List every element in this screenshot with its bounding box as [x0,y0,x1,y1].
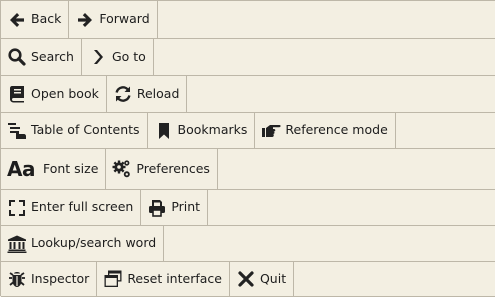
reset-interface-button[interactable]: Reset interface [97,262,230,296]
go-to-label: Go to [111,48,146,64]
lookup-search-word-button[interactable]: Lookup/search word [1,226,165,261]
enter-full-screen-label: Enter full screen [31,199,134,215]
bug-icon [7,269,27,289]
arrow-left-icon [7,10,27,30]
close-icon [236,269,256,289]
quit-button[interactable]: Quit [230,262,295,296]
print-label: Print [171,199,201,215]
open-book-label: Open book [31,85,99,101]
reload-label: Reload [136,85,180,101]
lookup-search-word-label: Lookup/search word [31,235,157,251]
actions-row: Back Forward [1,1,495,39]
reload-icon [113,84,133,104]
actions-row: Lookup/search word [1,226,495,262]
reset-interface-label: Reset interface [127,270,222,286]
search-icon [7,47,27,67]
toolbar-actions-panel: Back Forward Search Go to Open book Relo… [0,0,495,297]
search-label: Search [31,48,74,64]
bookmarks-label: Bookmarks [177,122,248,138]
font-size-button[interactable]: Aa Font size [1,149,107,189]
reload-button[interactable]: Reload [107,76,188,112]
open-book-button[interactable]: Open book [1,76,107,112]
window-icon [103,269,123,289]
actions-row: Search Go to [1,39,495,76]
back-label: Back [31,11,62,27]
inspector-button[interactable]: Inspector [1,262,98,296]
reference-mode-button[interactable]: Reference mode [255,113,396,148]
bookmark-icon [154,121,174,141]
actions-row: Aa Font size Preferences [1,149,495,190]
forward-button[interactable]: Forward [69,1,158,38]
reference-mode-label: Reference mode [285,122,388,138]
actions-row: Enter full screen Print [1,190,495,226]
search-button[interactable]: Search [1,39,82,75]
font-size-icon: Aa [7,157,35,181]
table-of-contents-label: Table of Contents [31,122,140,138]
fullscreen-icon [7,198,27,218]
back-button[interactable]: Back [1,1,70,38]
preferences-button[interactable]: Preferences [106,149,218,189]
enter-full-screen-button[interactable]: Enter full screen [1,190,142,225]
book-icon [7,84,27,104]
actions-row: Inspector Reset interface Quit [1,262,495,297]
table-of-contents-button[interactable]: Table of Contents [1,113,148,148]
actions-row: Table of Contents Bookmarks Reference mo… [1,113,495,149]
inspector-label: Inspector [31,270,90,286]
quit-label: Quit [259,270,287,286]
library-icon [7,234,27,254]
chevron-right-icon [88,47,108,67]
printer-icon [147,198,167,218]
forward-label: Forward [99,11,150,27]
toc-icon [7,121,27,141]
gears-icon [112,159,132,179]
font-size-label: Font size [42,160,99,176]
arrow-right-icon [75,10,95,30]
go-to-button[interactable]: Go to [82,39,154,75]
bookmarks-button[interactable]: Bookmarks [148,113,256,148]
pointing-hand-icon [261,121,281,141]
print-button[interactable]: Print [141,190,209,225]
actions-row: Open book Reload [1,76,495,113]
preferences-label: Preferences [136,160,210,176]
